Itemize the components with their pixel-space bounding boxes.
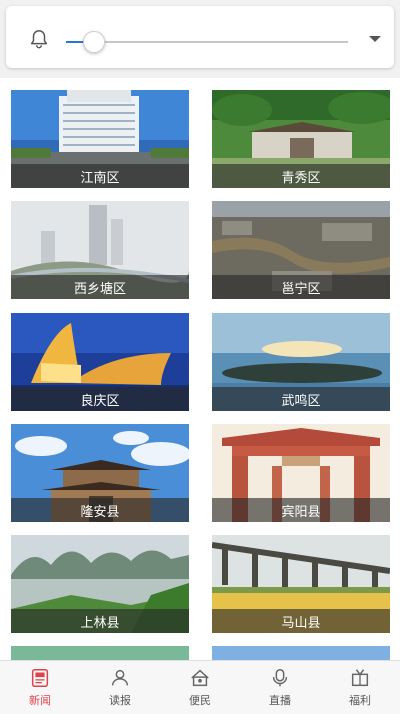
tab-reader[interactable]: 读报 bbox=[80, 661, 160, 714]
district-tile[interactable]: 上林县 bbox=[11, 535, 189, 633]
district-label-bar: 武鸣区 bbox=[212, 387, 390, 411]
district-tile[interactable]: 邕宁区 bbox=[212, 201, 390, 299]
nav-label: 直播 bbox=[269, 694, 291, 707]
district-label: 隆安县 bbox=[80, 504, 120, 520]
district-label-bar: 上林县 bbox=[11, 609, 189, 633]
district-label-bar: 良庆区 bbox=[11, 387, 189, 411]
tab-live[interactable]: 直播 bbox=[240, 661, 320, 714]
district-label: 武鸣区 bbox=[281, 393, 321, 409]
district-label: 邕宁区 bbox=[281, 281, 321, 297]
district-label: 江南区 bbox=[80, 170, 120, 186]
district-photo bbox=[212, 646, 390, 660]
district-label: 青秀区 bbox=[281, 170, 321, 186]
district-tile[interactable]: 青秀区 bbox=[212, 90, 390, 188]
district-label-bar: 隆安县 bbox=[11, 498, 189, 522]
district-label-bar: 邕宁区 bbox=[212, 275, 390, 299]
bell-icon[interactable] bbox=[28, 28, 50, 50]
district-tile[interactable] bbox=[212, 646, 390, 660]
volume-slider-knob[interactable] bbox=[83, 31, 106, 53]
bottom-nav: 新闻 读报 便民 直播 福利 bbox=[0, 660, 400, 714]
district-tile[interactable]: 西乡塘区 bbox=[11, 201, 189, 299]
service-icon bbox=[191, 669, 209, 687]
district-label: 良庆区 bbox=[80, 393, 120, 409]
volume-slider[interactable] bbox=[66, 31, 348, 53]
tab-news[interactable]: 新闻 bbox=[0, 661, 80, 714]
district-label-bar: 青秀区 bbox=[212, 164, 390, 188]
district-label-bar: 江南区 bbox=[11, 164, 189, 188]
district-label: 西乡塘区 bbox=[73, 281, 126, 297]
district-tile[interactable]: 良庆区 bbox=[11, 313, 189, 411]
district-label: 宾阳县 bbox=[281, 504, 321, 520]
gift-icon bbox=[351, 669, 369, 687]
district-label-bar: 西乡塘区 bbox=[11, 275, 189, 299]
district-tile[interactable]: 隆安县 bbox=[11, 424, 189, 522]
district-tile[interactable]: 武鸣区 bbox=[212, 313, 390, 411]
tab-gift[interactable]: 福利 bbox=[320, 661, 400, 714]
district-grid: 江南区 青秀区 西乡塘区 邕宁区 良庆区 武鸣区 隆安县 宾阳县 上林县 马山县 bbox=[0, 78, 400, 660]
nav-label: 便民 bbox=[189, 694, 211, 707]
chevron-down-icon[interactable] bbox=[368, 34, 382, 44]
news-icon bbox=[31, 669, 49, 687]
tab-service[interactable]: 便民 bbox=[160, 661, 240, 714]
district-photo bbox=[11, 646, 189, 660]
district-tile[interactable]: 江南区 bbox=[11, 90, 189, 188]
district-label-bar: 马山县 bbox=[212, 609, 390, 633]
district-tile[interactable] bbox=[11, 646, 189, 660]
district-label-bar: 宾阳县 bbox=[212, 498, 390, 522]
nav-label: 新闻 bbox=[29, 694, 51, 707]
nav-label: 福利 bbox=[349, 694, 371, 707]
district-label: 马山县 bbox=[281, 615, 321, 631]
reader-icon bbox=[111, 669, 129, 686]
district-tile[interactable]: 马山县 bbox=[212, 535, 390, 633]
nav-label: 读报 bbox=[109, 694, 131, 707]
volume-card bbox=[6, 6, 394, 68]
volume-panel bbox=[0, 0, 400, 78]
district-label: 上林县 bbox=[80, 615, 120, 631]
district-tile[interactable]: 宾阳县 bbox=[212, 424, 390, 522]
live-icon bbox=[272, 669, 288, 687]
